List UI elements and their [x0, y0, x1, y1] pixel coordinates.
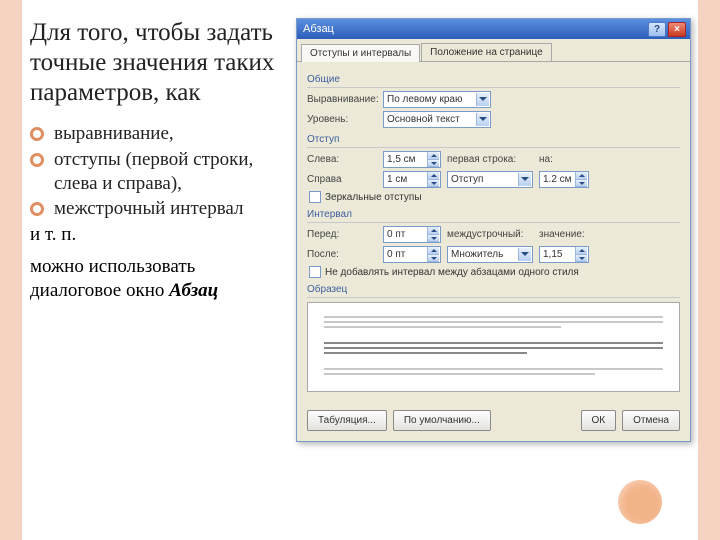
dialog-body: Общие Выравнивание: По левому краю Урове…	[297, 62, 690, 404]
list-item: отступы (первой строки, слева и справа),	[30, 148, 282, 196]
close-button[interactable]: ×	[668, 22, 686, 37]
preview-box	[307, 302, 680, 392]
first-line-by-spin[interactable]: 1.2 см	[539, 171, 589, 188]
section-indent: Отступ	[307, 134, 680, 148]
paragraph-dialog: Абзац ? × Отступы и интервалы Положение …	[296, 18, 691, 442]
text-column: Для того, чтобы задать точные значения т…	[30, 18, 290, 540]
slide: Для того, чтобы задать точные значения т…	[0, 0, 720, 540]
section-preview: Образец	[307, 284, 680, 298]
tab-indents[interactable]: Отступы и интервалы	[301, 44, 420, 62]
ok-button[interactable]: ОК	[581, 410, 617, 431]
by-label: на:	[539, 154, 561, 165]
bullet-icon	[30, 153, 44, 167]
tab-strip: Отступы и интервалы Положение на страниц…	[297, 39, 690, 62]
tab-position[interactable]: Положение на странице	[421, 43, 551, 61]
after-label: После:	[307, 249, 377, 260]
before-spin[interactable]: 0 пт	[383, 226, 441, 243]
list-item: выравнивание,	[30, 122, 282, 146]
decorative-circle-icon	[618, 480, 662, 524]
chevron-down-icon	[476, 113, 489, 126]
bullet-list: выравнивание, отступы (первой строки, сл…	[30, 122, 282, 221]
first-line-label: первая строка:	[447, 154, 533, 165]
tabstops-button[interactable]: Табуляция...	[307, 410, 387, 431]
paragraph-2: можно использовать диалоговое окно Абзац	[30, 255, 282, 304]
line-value-spin[interactable]: 1,15	[539, 246, 589, 263]
bullet-icon	[30, 127, 44, 141]
line-spacing-select[interactable]: Множитель	[447, 246, 533, 263]
dialog-buttons: Табуляция... По умолчанию... ОК Отмена	[297, 404, 690, 441]
align-select[interactable]: По левому краю	[383, 91, 491, 108]
indent-left-label: Слева:	[307, 154, 377, 165]
before-label: Перед:	[307, 229, 377, 240]
list-item: межстрочный интервал	[30, 197, 282, 221]
after-spin[interactable]: 0 пт	[383, 246, 441, 263]
first-line-select[interactable]: Отступ	[447, 171, 533, 188]
dialog-title: Абзац	[301, 23, 646, 35]
value-label: значение:	[539, 229, 583, 240]
chevron-down-icon	[518, 173, 531, 186]
default-button[interactable]: По умолчанию...	[393, 410, 491, 431]
tail-text: и т. п.	[30, 223, 282, 247]
section-general: Общие	[307, 74, 680, 88]
chevron-down-icon	[476, 93, 489, 106]
slide-title: Для того, чтобы задать точные значения т…	[30, 18, 282, 108]
level-label: Уровень:	[307, 114, 377, 125]
indent-right-spin[interactable]: 1 см	[383, 171, 441, 188]
checkbox-icon	[309, 266, 321, 278]
dialog-column: Абзац ? × Отступы и интервалы Положение …	[290, 18, 698, 540]
align-label: Выравнивание:	[307, 94, 377, 105]
checkbox-icon	[309, 191, 321, 203]
indent-right-label: Справа	[307, 174, 377, 185]
section-interval: Интервал	[307, 209, 680, 223]
help-button[interactable]: ?	[648, 22, 666, 37]
titlebar: Абзац ? ×	[297, 19, 690, 39]
bullet-icon	[30, 202, 44, 216]
indent-left-spin[interactable]: 1,5 см	[383, 151, 441, 168]
cancel-button[interactable]: Отмена	[622, 410, 680, 431]
level-select[interactable]: Основной текст	[383, 111, 491, 128]
noadd-checkbox[interactable]: Не добавлять интервал между абзацами одн…	[309, 266, 680, 278]
chevron-down-icon	[518, 248, 531, 261]
line-spacing-label: междустрочный:	[447, 229, 533, 240]
mirror-checkbox[interactable]: Зеркальные отступы	[309, 191, 680, 203]
